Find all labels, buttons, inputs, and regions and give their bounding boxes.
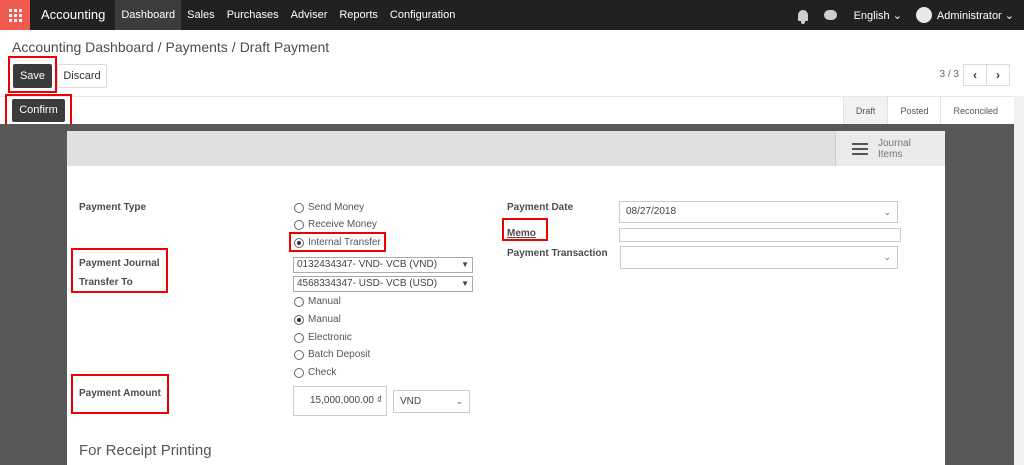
payment-amount-input[interactable]: 15,000,000.00 ₫ xyxy=(293,386,387,416)
payment-amount-highlight xyxy=(71,374,169,414)
chat-icon[interactable] xyxy=(823,10,837,20)
radio-method-manual-2[interactable]: Manual xyxy=(294,314,341,325)
pager-previous-button[interactable]: ‹ xyxy=(963,64,987,86)
top-navbar: Accounting Dashboard Sales Purchases Adv… xyxy=(0,0,1024,30)
list-icon xyxy=(852,140,868,158)
chevron-down-icon: ⌄ xyxy=(883,252,891,262)
payment-date-label: Payment Date xyxy=(507,202,574,213)
radio-selected-icon xyxy=(294,314,304,325)
status-bar: Draft Posted Reconciled xyxy=(0,96,1024,125)
app-brand[interactable]: Accounting xyxy=(30,0,115,30)
breadcrumb-separator: / xyxy=(231,39,236,55)
select-value: 0132434347- VND- VCB (VND) xyxy=(297,259,438,270)
breadcrumb-current: Draft Payment xyxy=(239,39,330,55)
journal-transfer-highlight xyxy=(71,248,168,293)
radio-label: Send Money xyxy=(308,202,365,213)
menu-adviser[interactable]: Adviser xyxy=(285,0,334,30)
form-sheet: Journal Items xyxy=(67,131,945,465)
main-menu: Dashboard Sales Purchases Adviser Report… xyxy=(115,0,461,30)
radio-receive-money[interactable]: Receive Money xyxy=(294,219,377,230)
payment-journal-select[interactable]: 0132434347- VND- VCB (VND) ▼ xyxy=(293,257,473,273)
breadcrumb: Accounting Dashboard / Payments / Draft Paym… xyxy=(12,39,329,55)
bell-icon[interactable] xyxy=(797,9,808,24)
currency-symbol: ₫ xyxy=(376,395,382,406)
radio-label: Receive Money xyxy=(308,219,377,230)
date-value: 08/27/2018 xyxy=(626,206,677,217)
status-reconciled[interactable]: Reconciled xyxy=(940,97,1010,125)
menu-sales[interactable]: Sales xyxy=(181,0,221,30)
caret-down-icon: ▼ xyxy=(461,279,469,288)
radio-label: Manual xyxy=(308,296,341,307)
journal-items-label: Journal Items xyxy=(878,137,911,160)
radio-label: Batch Deposit xyxy=(308,349,371,360)
payment-date-input[interactable]: 08/27/2018 ⌄ xyxy=(619,201,898,223)
transfer-to-select[interactable]: 4568334347- USD- VCB (USD) ▼ xyxy=(293,276,473,292)
status-posted[interactable]: Posted xyxy=(887,97,940,125)
chevron-down-icon: ⌄ xyxy=(455,396,463,406)
smart-button-box: Journal Items xyxy=(67,131,945,166)
scrollbar[interactable] xyxy=(1014,96,1024,465)
radio-icon xyxy=(294,367,304,378)
radio-label: Manual xyxy=(308,314,341,325)
radio-label: Check xyxy=(308,367,337,378)
radio-method-check[interactable]: Check xyxy=(294,367,336,378)
menu-dashboard[interactable]: Dashboard xyxy=(115,0,182,30)
breadcrumb-separator: / xyxy=(157,39,162,55)
radio-icon xyxy=(294,219,304,230)
payment-transaction-label: Payment Transaction xyxy=(507,248,608,259)
receipt-printing-heading: For Receipt Printing xyxy=(79,442,212,459)
breadcrumb-payments[interactable]: Payments xyxy=(166,39,228,55)
chevron-down-icon: ⌄ xyxy=(883,207,891,217)
select-value: 4568334347- USD- VCB (USD) xyxy=(297,278,438,289)
radio-label: Electronic xyxy=(308,332,352,343)
apps-menu-icon[interactable] xyxy=(0,0,30,30)
currency-value: VND xyxy=(400,396,422,407)
language-selector[interactable]: English ⌄ xyxy=(854,9,902,22)
avatar[interactable] xyxy=(915,7,932,23)
payment-type-label: Payment Type xyxy=(79,202,147,213)
amount-value: 15,000,000.00 xyxy=(310,395,374,406)
navbar-right: English ⌄ Administrator ⌄ xyxy=(797,0,1024,30)
radio-icon xyxy=(294,349,304,360)
memo-input[interactable] xyxy=(619,228,901,242)
memo-highlight xyxy=(502,218,548,241)
save-highlight xyxy=(8,56,57,93)
menu-purchases[interactable]: Purchases xyxy=(221,0,285,30)
menu-configuration[interactable]: Configuration xyxy=(384,0,461,30)
status-steps: Draft Posted Reconciled xyxy=(842,97,1010,125)
status-draft[interactable]: Draft xyxy=(842,97,888,125)
payment-transaction-select[interactable]: ⌄ xyxy=(620,246,898,269)
pager-next-button[interactable]: › xyxy=(986,64,1010,86)
radio-send-money[interactable]: Send Money xyxy=(294,202,364,213)
breadcrumb-accounting-dashboard[interactable]: Accounting Dashboard xyxy=(12,39,154,55)
caret-down-icon: ▼ xyxy=(461,260,469,269)
internal-transfer-highlight xyxy=(289,232,386,252)
menu-reports[interactable]: Reports xyxy=(333,0,384,30)
currency-select[interactable]: VND ⌄ xyxy=(393,390,470,413)
radio-icon xyxy=(294,332,304,343)
radio-icon xyxy=(294,202,304,213)
journal-items-button[interactable]: Journal Items xyxy=(835,131,945,166)
radio-method-electronic[interactable]: Electronic xyxy=(294,332,352,343)
radio-icon xyxy=(294,296,304,307)
user-menu[interactable]: Administrator ⌄ xyxy=(937,9,1014,22)
discard-button[interactable]: Discard xyxy=(57,64,107,88)
radio-method-batch-deposit[interactable]: Batch Deposit xyxy=(294,349,370,360)
pager-counter: 3 / 3 xyxy=(939,69,959,80)
radio-method-manual-1[interactable]: Manual xyxy=(294,296,341,307)
